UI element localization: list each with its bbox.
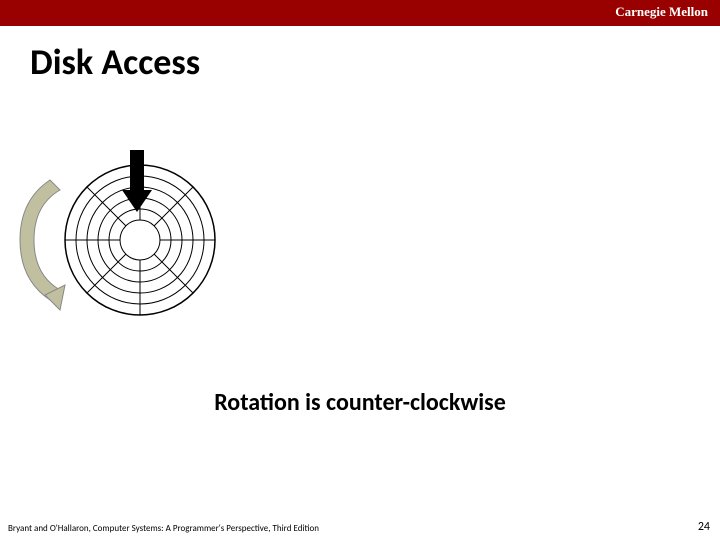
header-bar: Carnegie Mellon — [0, 0, 720, 26]
brand-label: Carnegie Mellon — [615, 4, 708, 20]
page-number: 24 — [698, 520, 710, 534]
footer-citation: Bryant and O'Hallaron, Computer Systems:… — [8, 523, 319, 534]
caption-text: Rotation is counter-clockwise — [0, 388, 720, 417]
rotation-arrow-icon — [20, 180, 65, 310]
slide-title: Disk Access — [30, 40, 200, 84]
slide: Carnegie Mellon Disk Access — [0, 0, 720, 540]
disk-diagram — [10, 150, 230, 330]
